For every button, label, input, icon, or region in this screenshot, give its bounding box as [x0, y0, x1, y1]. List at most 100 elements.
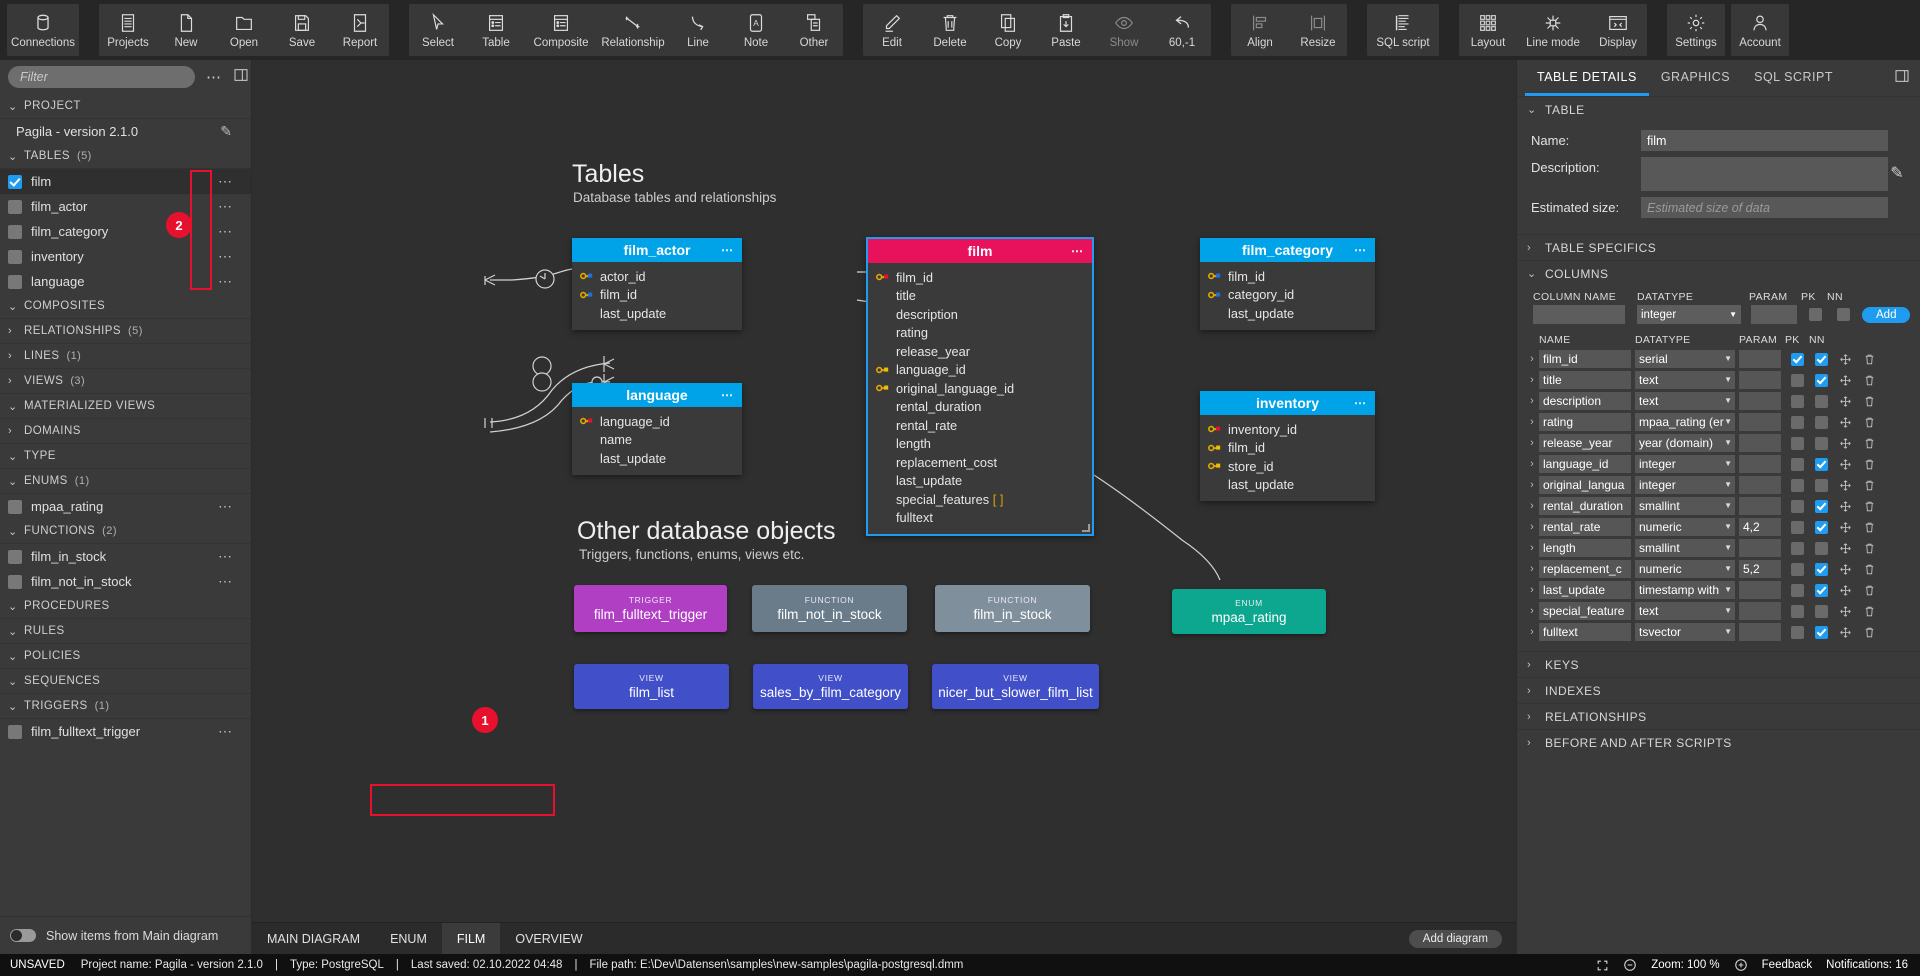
db-object-mpaa_rating[interactable]: ENUMmpaa_rating	[1172, 589, 1326, 634]
tree-item-menu-icon[interactable]: ⋯	[218, 223, 233, 240]
db-object-film_fulltext_trigger[interactable]: TRIGGERfilm_fulltext_trigger	[574, 585, 727, 632]
sidebar-more-icon[interactable]: ⋯	[203, 68, 225, 86]
entity-column[interactable]: name	[572, 431, 742, 450]
delete-row-icon[interactable]	[1857, 542, 1881, 555]
tree-group-lines[interactable]: ›LINES(1)	[0, 344, 251, 369]
column-row[interactable]: ›replacement_cnumeric▼5,2	[1525, 559, 1912, 580]
object-tree[interactable]: ⌄PROJECTPagila - version 2.1.0✎⌄TABLES(5…	[0, 94, 251, 916]
diagram-canvas[interactable]: Tables Database tables and relationships…	[252, 60, 1516, 954]
tree-item-menu-icon[interactable]: ⋯	[218, 248, 233, 265]
column-row[interactable]: ›last_updatetimestamp with▼	[1525, 580, 1912, 601]
column-row[interactable]: ›rental_durationsmallint▼	[1525, 496, 1912, 517]
tree-item-film-not-in-stock[interactable]: film_not_in_stock⋯	[0, 569, 251, 594]
column-param-cell[interactable]: 4,2	[1739, 518, 1781, 536]
move-row-icon[interactable]	[1833, 458, 1857, 471]
tree-item-film-fulltext-trigger[interactable]: film_fulltext_trigger⋯	[0, 719, 251, 744]
move-row-icon[interactable]	[1833, 521, 1857, 534]
column-param-cell[interactable]	[1739, 623, 1781, 641]
tree-item-film-category[interactable]: film_category⋯	[0, 219, 251, 244]
section-columns[interactable]: ⌄ COLUMNS	[1517, 260, 1920, 286]
tab-table-details[interactable]: TABLE DETAILS	[1525, 60, 1649, 96]
entity-column[interactable]: rental_rate	[868, 416, 1092, 435]
section-relationships[interactable]: › RELATIONSHIPS	[1517, 703, 1920, 729]
entity-menu-icon[interactable]: ⋯	[1071, 244, 1084, 258]
column-name-cell[interactable]: fulltext	[1539, 623, 1631, 641]
column-nn-checkbox[interactable]	[1809, 521, 1833, 534]
toggle-panel-icon[interactable]	[233, 67, 249, 88]
entity-header[interactable]: language⋯	[572, 383, 742, 407]
column-pk-checkbox[interactable]	[1785, 626, 1809, 639]
entity-column[interactable]: release_year	[868, 342, 1092, 361]
column-name-cell[interactable]: original_langua	[1539, 476, 1631, 494]
column-pk-checkbox[interactable]	[1785, 437, 1809, 450]
column-param-cell[interactable]	[1739, 476, 1781, 494]
entity-column[interactable]: last_update	[1200, 476, 1375, 495]
toolbar-button-new[interactable]: New	[157, 4, 215, 56]
toolbar-button-delete[interactable]: Delete	[921, 4, 979, 56]
column-datatype-cell[interactable]: text▼	[1635, 602, 1735, 620]
tree-group-procedures[interactable]: ⌄PROCEDURES	[0, 594, 251, 619]
tree-item-language[interactable]: language⋯	[0, 269, 251, 294]
column-name-cell[interactable]: rental_rate	[1539, 518, 1631, 536]
column-param-cell[interactable]	[1739, 602, 1781, 620]
toolbar-button-line[interactable]: Line	[669, 4, 727, 56]
tree-item-checkbox[interactable]	[8, 250, 22, 264]
entity-column[interactable]: fulltext	[868, 509, 1092, 528]
column-nn-checkbox[interactable]	[1809, 458, 1833, 471]
tree-item-film[interactable]: film⋯	[0, 169, 251, 194]
toolbar-button-copy[interactable]: Copy	[979, 4, 1037, 56]
toolbar-button-save[interactable]: Save	[273, 4, 331, 56]
entity-column[interactable]: title	[868, 287, 1092, 306]
entity-film_actor[interactable]: film_actor⋯actor_idfilm_idlast_update	[572, 238, 742, 330]
column-row[interactable]: ›ratingmpaa_rating (er▼	[1525, 412, 1912, 433]
db-object-sales_by_film_category[interactable]: VIEWsales_by_film_category	[753, 664, 908, 709]
delete-row-icon[interactable]	[1857, 479, 1881, 492]
column-nn-checkbox[interactable]	[1809, 584, 1833, 597]
notifications-button[interactable]: Notifications: 16	[1826, 959, 1908, 971]
entity-column[interactable]: original_language_id	[868, 379, 1092, 398]
column-nn-checkbox[interactable]	[1809, 479, 1833, 492]
column-datatype-cell[interactable]: serial▼	[1635, 350, 1735, 368]
column-datatype-cell[interactable]: numeric▼	[1635, 518, 1735, 536]
expand-row-icon[interactable]: ›	[1525, 374, 1539, 386]
column-name-cell[interactable]: special_feature	[1539, 602, 1631, 620]
column-pk-checkbox[interactable]	[1785, 500, 1809, 513]
entity-column[interactable]: store_id	[1200, 457, 1375, 476]
tree-item-menu-icon[interactable]: ⋯	[218, 723, 233, 740]
tree-group-composites[interactable]: ⌄COMPOSITES	[0, 294, 251, 319]
column-nn-checkbox[interactable]	[1809, 542, 1833, 555]
entity-column[interactable]: film_id	[572, 286, 742, 305]
column-datatype-cell[interactable]: mpaa_rating (er▼	[1635, 413, 1735, 431]
column-datatype-cell[interactable]: numeric▼	[1635, 560, 1735, 578]
column-name-cell[interactable]: last_update	[1539, 581, 1631, 599]
entity-column[interactable]: language_id	[572, 412, 742, 431]
toolbar-button-connections[interactable]: Connections	[7, 4, 79, 56]
column-datatype-cell[interactable]: tsvector▼	[1635, 623, 1735, 641]
tree-item-pagila-version-2-1-0[interactable]: Pagila - version 2.1.0✎	[0, 119, 251, 144]
table-description-input[interactable]	[1641, 157, 1888, 191]
expand-row-icon[interactable]: ›	[1525, 626, 1539, 638]
fullscreen-icon[interactable]	[1596, 959, 1609, 972]
entity-language[interactable]: language⋯ language_idnamelast_update	[572, 383, 742, 475]
entity-column[interactable]: last_update	[572, 449, 742, 468]
toolbar-button-projects[interactable]: Projects	[99, 4, 157, 56]
entity-inventory[interactable]: inventory⋯inventory_idfilm_idstore_idlas…	[1200, 391, 1375, 501]
column-row[interactable]: ›original_languainteger▼	[1525, 475, 1912, 496]
column-param-cell[interactable]	[1739, 455, 1781, 473]
column-name-cell[interactable]: film_id	[1539, 350, 1631, 368]
tree-group-policies[interactable]: ⌄POLICIES	[0, 644, 251, 669]
tree-item-checkbox[interactable]	[8, 200, 22, 214]
move-row-icon[interactable]	[1833, 353, 1857, 366]
column-nn-checkbox[interactable]	[1809, 437, 1833, 450]
tree-item-checkbox[interactable]	[8, 225, 22, 239]
column-datatype-cell[interactable]: integer▼	[1635, 455, 1735, 473]
column-nn-checkbox[interactable]	[1809, 416, 1833, 429]
entity-menu-icon[interactable]: ⋯	[721, 388, 734, 402]
expand-row-icon[interactable]: ›	[1525, 500, 1539, 512]
column-pk-checkbox[interactable]	[1785, 416, 1809, 429]
column-param-cell[interactable]	[1739, 371, 1781, 389]
entity-header[interactable]: film_category⋯	[1200, 238, 1375, 262]
tree-item-menu-icon[interactable]: ⋯	[218, 498, 233, 515]
entity-column[interactable]: rating	[868, 324, 1092, 343]
delete-row-icon[interactable]	[1857, 353, 1881, 366]
